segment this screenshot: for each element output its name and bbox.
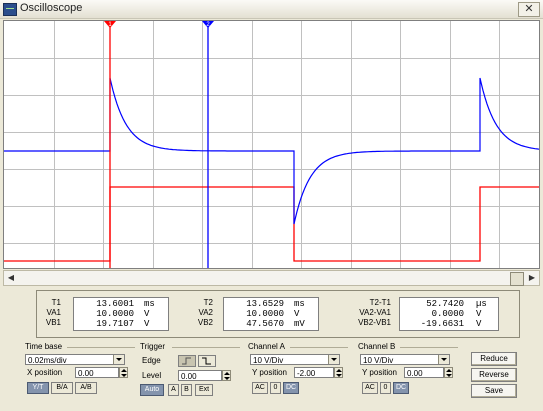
scroll-right-icon[interactable]: ▶ — [525, 271, 539, 285]
channel-b-trace — [4, 77, 539, 225]
chevron-down-icon[interactable] — [438, 355, 449, 364]
channel-a-ac-button[interactable]: AC — [252, 382, 268, 394]
close-button[interactable]: ✕ — [518, 2, 540, 17]
title-bar[interactable]: Oscilloscope ✕ — [0, 0, 543, 19]
trigger-auto-button[interactable]: Auto — [140, 384, 164, 396]
readout-label-dt: T2-T1 — [369, 298, 391, 307]
trigger-divider — [172, 347, 240, 348]
channel-a-ypos-input[interactable]: -2.00 — [294, 367, 334, 378]
xposition-spinner[interactable] — [119, 367, 128, 378]
level-label: Level — [142, 371, 162, 380]
channel-b-scale-select[interactable]: 10 V/Div — [360, 354, 450, 365]
readout-label-vb1: VB1 — [45, 318, 61, 327]
readout-value-va2: 10.0000 — [246, 309, 284, 319]
readout-label-va2: VA2 — [198, 308, 213, 317]
trigger-ext-button[interactable]: Ext — [195, 384, 213, 396]
timebase-group: Time base 0.02ms/div X position 0.00 Y/T… — [25, 342, 135, 397]
edge-label: Edge — [142, 356, 161, 365]
mode-ab-button[interactable]: A/B — [75, 382, 97, 394]
channel-b-ypos-spinner[interactable] — [444, 367, 453, 378]
timebase-scale-select[interactable]: 0.02ms/div — [25, 354, 125, 365]
readout-value-t1: 13.6001 — [96, 299, 134, 309]
readout-label-vb2: VB2 — [197, 318, 213, 327]
channel-a-trace — [4, 186, 539, 262]
readout-unit-dt: µs — [476, 299, 487, 309]
channel-a-zero-button[interactable]: 0 — [270, 382, 281, 394]
channel-b-ypos-label: Y position — [362, 368, 397, 377]
channel-a-group: Channel A 10 V/Div Y position -2.00 AC 0… — [248, 342, 348, 397]
channel-b-scale-value: 10 V/Div — [363, 356, 394, 365]
channel-a-ypos-spinner[interactable] — [334, 367, 343, 378]
oscilloscope-window: Oscilloscope ✕ 1 2 ◀ ▶ T1 VA1 VB1 13.600… — [0, 0, 543, 411]
readout-label-t1: T1 — [51, 298, 61, 307]
readout-box-1: 13.6001 10.0000 19.7107 ms V V — [73, 297, 169, 331]
trigger-level-input[interactable]: 0.00 — [178, 370, 222, 381]
readout-label-va1: VA1 — [46, 308, 61, 317]
readout-unit-t2: ms — [294, 299, 305, 309]
channel-a-scale-value: 10 V/Div — [253, 356, 284, 365]
readout-unit-va2: V — [294, 309, 300, 319]
readout-label-t2: T2 — [203, 298, 213, 307]
readout-value-vb1: 19.7107 — [96, 319, 134, 329]
xposition-label: X position — [27, 368, 63, 377]
rising-edge-icon[interactable] — [178, 355, 196, 367]
timebase-title: Time base — [25, 342, 63, 351]
chevron-down-icon[interactable] — [328, 355, 339, 364]
falling-edge-icon[interactable] — [198, 355, 216, 367]
scope-display: 1 2 — [4, 21, 539, 268]
window-title: Oscilloscope — [20, 2, 83, 14]
reverse-button[interactable]: Reverse — [471, 368, 517, 382]
cursor-readout-panel: T1 VA1 VB1 13.6001 10.0000 19.7107 ms V … — [36, 290, 520, 338]
oscilloscope-app-icon — [3, 3, 17, 16]
readout-value-dvb: -19.6631 — [420, 319, 464, 329]
save-button[interactable]: Save — [471, 384, 517, 398]
channel-a-title: Channel A — [248, 342, 285, 351]
channel-a-divider — [290, 347, 348, 348]
channel-b-divider — [400, 347, 458, 348]
reduce-button[interactable]: Reduce — [471, 352, 517, 366]
readout-value-t2: 13.6529 — [246, 299, 284, 309]
timebase-divider — [67, 347, 135, 348]
readout-unit-va1: V — [144, 309, 150, 319]
channel-a-ypos-label: Y position — [252, 368, 287, 377]
channel-a-scale-select[interactable]: 10 V/Div — [250, 354, 340, 365]
channel-b-zero-button[interactable]: 0 — [380, 382, 391, 394]
readout-box-3: 52.7420 0.0000 -19.6631 µs V V — [399, 297, 499, 331]
trigger-a-button[interactable]: A — [168, 384, 179, 396]
channel-b-group: Channel B 10 V/Div Y position 0.00 AC 0 … — [358, 342, 458, 397]
channel-b-dc-button[interactable]: DC — [393, 382, 409, 394]
readout-unit-dva: V — [476, 309, 482, 319]
channel-a-dc-button[interactable]: DC — [283, 382, 299, 394]
readout-label-dva: VA2-VA1 — [359, 308, 391, 317]
scroll-left-icon[interactable]: ◀ — [4, 271, 18, 285]
channel-b-ypos-input[interactable]: 0.00 — [404, 367, 444, 378]
mode-yt-button[interactable]: Y/T — [27, 382, 49, 394]
mode-ba-button[interactable]: B/A — [51, 382, 73, 394]
readout-value-dt: 52.7420 — [426, 299, 464, 309]
grid — [4, 21, 539, 268]
readout-box-2: 13.6529 10.0000 47.5670 ms V mV — [223, 297, 319, 331]
readout-unit-vb1: V — [144, 319, 150, 329]
readout-label-dvb: VB2-VB1 — [358, 318, 391, 327]
readout-value-va1: 10.0000 — [96, 309, 134, 319]
trigger-b-button[interactable]: B — [181, 384, 192, 396]
scroll-thumb[interactable] — [510, 272, 524, 286]
chevron-down-icon[interactable] — [113, 355, 124, 364]
channel-b-title: Channel B — [358, 342, 396, 351]
channel-b-ac-button[interactable]: AC — [362, 382, 378, 394]
readout-unit-t1: ms — [144, 299, 155, 309]
trigger-title: Trigger — [140, 342, 166, 351]
trigger-level-spinner[interactable] — [222, 370, 231, 381]
xposition-input[interactable]: 0.00 — [75, 367, 119, 378]
time-scrollbar[interactable]: ◀ ▶ — [3, 270, 540, 286]
scope-screen: 1 2 — [3, 20, 540, 269]
readout-value-vb2: 47.5670 — [246, 319, 284, 329]
readout-unit-vb2: mV — [294, 319, 305, 329]
readout-unit-dvb: V — [476, 319, 482, 329]
readout-value-dva: 0.0000 — [431, 309, 464, 319]
timebase-scale-value: 0.02ms/div — [28, 356, 67, 365]
trigger-group: Trigger Edge Level 0.00 Auto A B Ext — [140, 342, 240, 397]
